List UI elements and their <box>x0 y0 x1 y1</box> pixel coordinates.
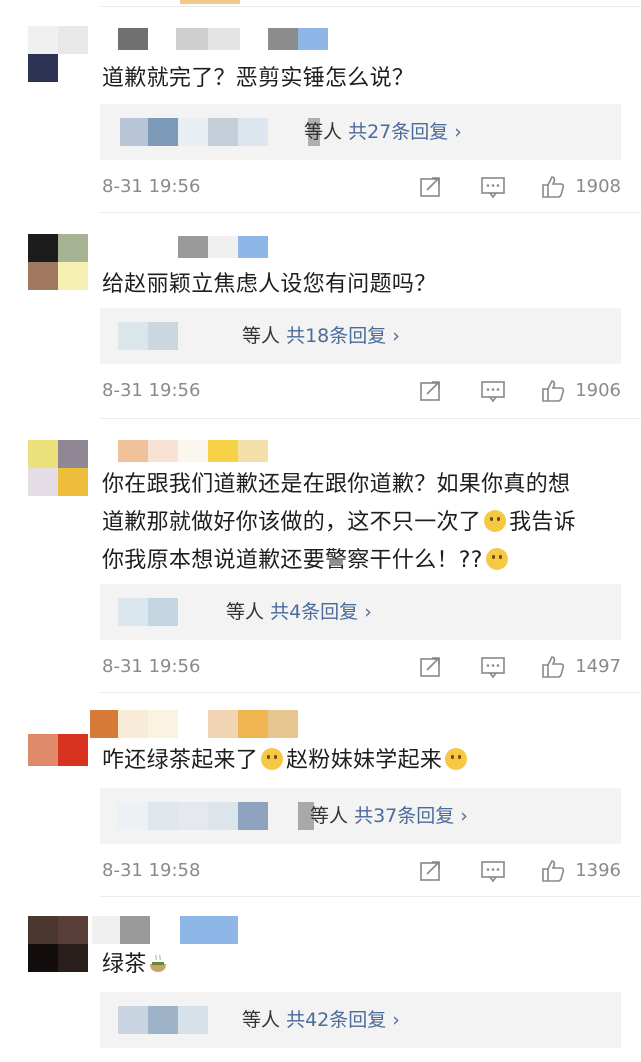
reply-count-link[interactable]: 共18条回复 <box>286 325 386 347</box>
repost-icon[interactable] <box>418 174 444 200</box>
username-blurred[interactable] <box>104 440 344 462</box>
reply-count-link[interactable]: 共27条回复 <box>348 121 448 143</box>
reply-preview[interactable]: 等人 共42条回复 › <box>100 992 621 1048</box>
comment-text-line: 你在跟我们道歉还是在跟你道歉？如果你真的想 <box>102 472 571 497</box>
reply-preview[interactable]: 等人 共27条回复 › <box>100 104 621 160</box>
comment-item: 咋还绿茶起来了 赵粉妹妹学起来 等人 共37条回复 › 8-31 19:58 13… <box>0 694 641 898</box>
comment-meta: 8-31 19:56 1906 <box>102 376 625 406</box>
comment-time: 8-31 19:56 <box>102 176 201 197</box>
reply-users-blurred <box>120 118 320 146</box>
chevron-right-icon: › <box>392 1009 400 1031</box>
reply-prefix: 等人 <box>242 325 281 347</box>
reply-prefix: 等人 <box>304 121 343 143</box>
comment-text-span: 绿茶 <box>102 952 147 977</box>
comment-text-span: 你我原本想说道歉还要警察干什么！?? <box>102 548 483 573</box>
comment-icon[interactable] <box>480 654 506 680</box>
username-blurred[interactable] <box>104 236 344 258</box>
reply-summary[interactable]: 等人 共4条回复 › <box>226 598 372 626</box>
thumbs-up-icon[interactable] <box>540 654 566 680</box>
like-count: 1396 <box>575 860 621 881</box>
avatar[interactable] <box>28 26 88 82</box>
smile-emoji-icon <box>484 510 507 532</box>
comment-text: 道歉就完了？恶剪实锤怎么说？ <box>102 66 415 91</box>
comment-meta: 8-31 19:58 1396 <box>102 856 625 886</box>
comment-item: 道歉就完了？恶剪实锤怎么说？ 等人 共27条回复 › 8-31 19:56 19… <box>0 0 641 214</box>
reply-users-blurred <box>118 802 318 830</box>
reply-count-link[interactable]: 共42条回复 <box>286 1009 386 1031</box>
chevron-right-icon: › <box>364 601 372 623</box>
avatar[interactable] <box>28 234 88 290</box>
comment-time: 8-31 19:58 <box>102 860 201 881</box>
reply-preview[interactable]: 等人 共37条回复 › <box>100 788 621 844</box>
username-blurred[interactable] <box>92 916 332 944</box>
like-count: 1497 <box>575 656 621 677</box>
repost-icon[interactable] <box>418 858 444 884</box>
comment-item: 给赵丽颖立焦虑人设您有问题吗？ 等人 共18条回复 › 8-31 19:56 1… <box>0 214 641 418</box>
comment-text: 给赵丽颖立焦虑人设您有问题吗？ <box>102 272 437 297</box>
sad-emoji-icon <box>445 748 468 770</box>
comment-text: 绿茶 <box>102 946 627 984</box>
divider <box>100 212 641 213</box>
smile-emoji-icon <box>485 548 508 570</box>
username-blurred[interactable] <box>104 28 344 50</box>
comment-text-span: 赵粉妹妹学起来 <box>286 748 443 773</box>
chevron-right-icon: › <box>392 325 400 347</box>
comment-time: 8-31 19:56 <box>102 656 201 677</box>
reply-prefix: 等人 <box>226 601 265 623</box>
divider <box>100 896 641 897</box>
reply-preview[interactable]: 等人 共4条回复 › <box>100 584 621 640</box>
comment-icon[interactable] <box>480 858 506 884</box>
comment-meta: 8-31 19:56 1497 <box>102 652 625 682</box>
repost-icon[interactable] <box>418 378 444 404</box>
reply-users-blurred <box>118 1006 208 1034</box>
thumbs-up-icon[interactable] <box>540 858 566 884</box>
avatar[interactable] <box>28 734 88 766</box>
avatar[interactable] <box>28 916 88 972</box>
username-blurred[interactable] <box>90 710 300 738</box>
like-count: 1906 <box>575 380 621 401</box>
reply-summary[interactable]: 等人 共18条回复 › <box>242 322 400 350</box>
comment-text-span: 我告诉 <box>509 510 577 535</box>
repost-icon[interactable] <box>418 654 444 680</box>
reply-summary[interactable]: 等人 共42条回复 › <box>242 1006 400 1034</box>
tea-cup-icon <box>149 954 166 972</box>
like-count: 1908 <box>575 176 621 197</box>
comment-text-line: 你我原本想说道歉还要警察干什么！?? <box>102 542 627 580</box>
comment-text-span: 咋还绿茶起来了 <box>102 748 259 773</box>
reply-summary[interactable]: 等人 共37条回复 › <box>310 802 468 830</box>
reply-prefix: 等人 <box>310 805 349 827</box>
comment-text-line: 道歉那就做好你该做的，这不只一次了 我告诉 <box>102 504 627 542</box>
comment-item: 你在跟我们道歉还是在跟你道歉？如果你真的想 道歉那就做好你该做的，这不只一次了 我… <box>0 420 641 692</box>
reply-count-link[interactable]: 共37条回复 <box>354 805 454 827</box>
reply-summary[interactable]: 等人 共27条回复 › <box>304 118 462 146</box>
reply-prefix: 等人 <box>242 1009 281 1031</box>
comment-text: 你在跟我们道歉还是在跟你道歉？如果你真的想 道歉那就做好你该做的，这不只一次了 我… <box>102 466 627 580</box>
comment-time: 8-31 19:56 <box>102 380 201 401</box>
reply-users-blurred <box>118 322 178 350</box>
avatar[interactable] <box>28 440 88 496</box>
divider <box>100 692 641 693</box>
comment-item: 绿茶 等人 共42条回复 › <box>0 898 641 1062</box>
thumbs-up-icon[interactable] <box>540 378 566 404</box>
comment-text-span: 道歉那就做好你该做的，这不只一次了 <box>102 510 482 535</box>
comment-icon[interactable] <box>480 378 506 404</box>
reply-users-blurred <box>118 598 198 626</box>
divider <box>100 418 641 419</box>
reply-preview[interactable]: 等人 共18条回复 › <box>100 308 621 364</box>
comment-text: 咋还绿茶起来了 赵粉妹妹学起来 <box>102 742 627 780</box>
reply-count-link[interactable]: 共4条回复 <box>270 601 358 623</box>
chevron-right-icon: › <box>454 121 462 143</box>
chevron-right-icon: › <box>460 805 468 827</box>
comment-icon[interactable] <box>480 174 506 200</box>
comment-meta: 8-31 19:56 1908 <box>102 172 625 202</box>
thumbs-up-icon[interactable] <box>540 174 566 200</box>
cry-emoji-icon <box>261 748 284 770</box>
